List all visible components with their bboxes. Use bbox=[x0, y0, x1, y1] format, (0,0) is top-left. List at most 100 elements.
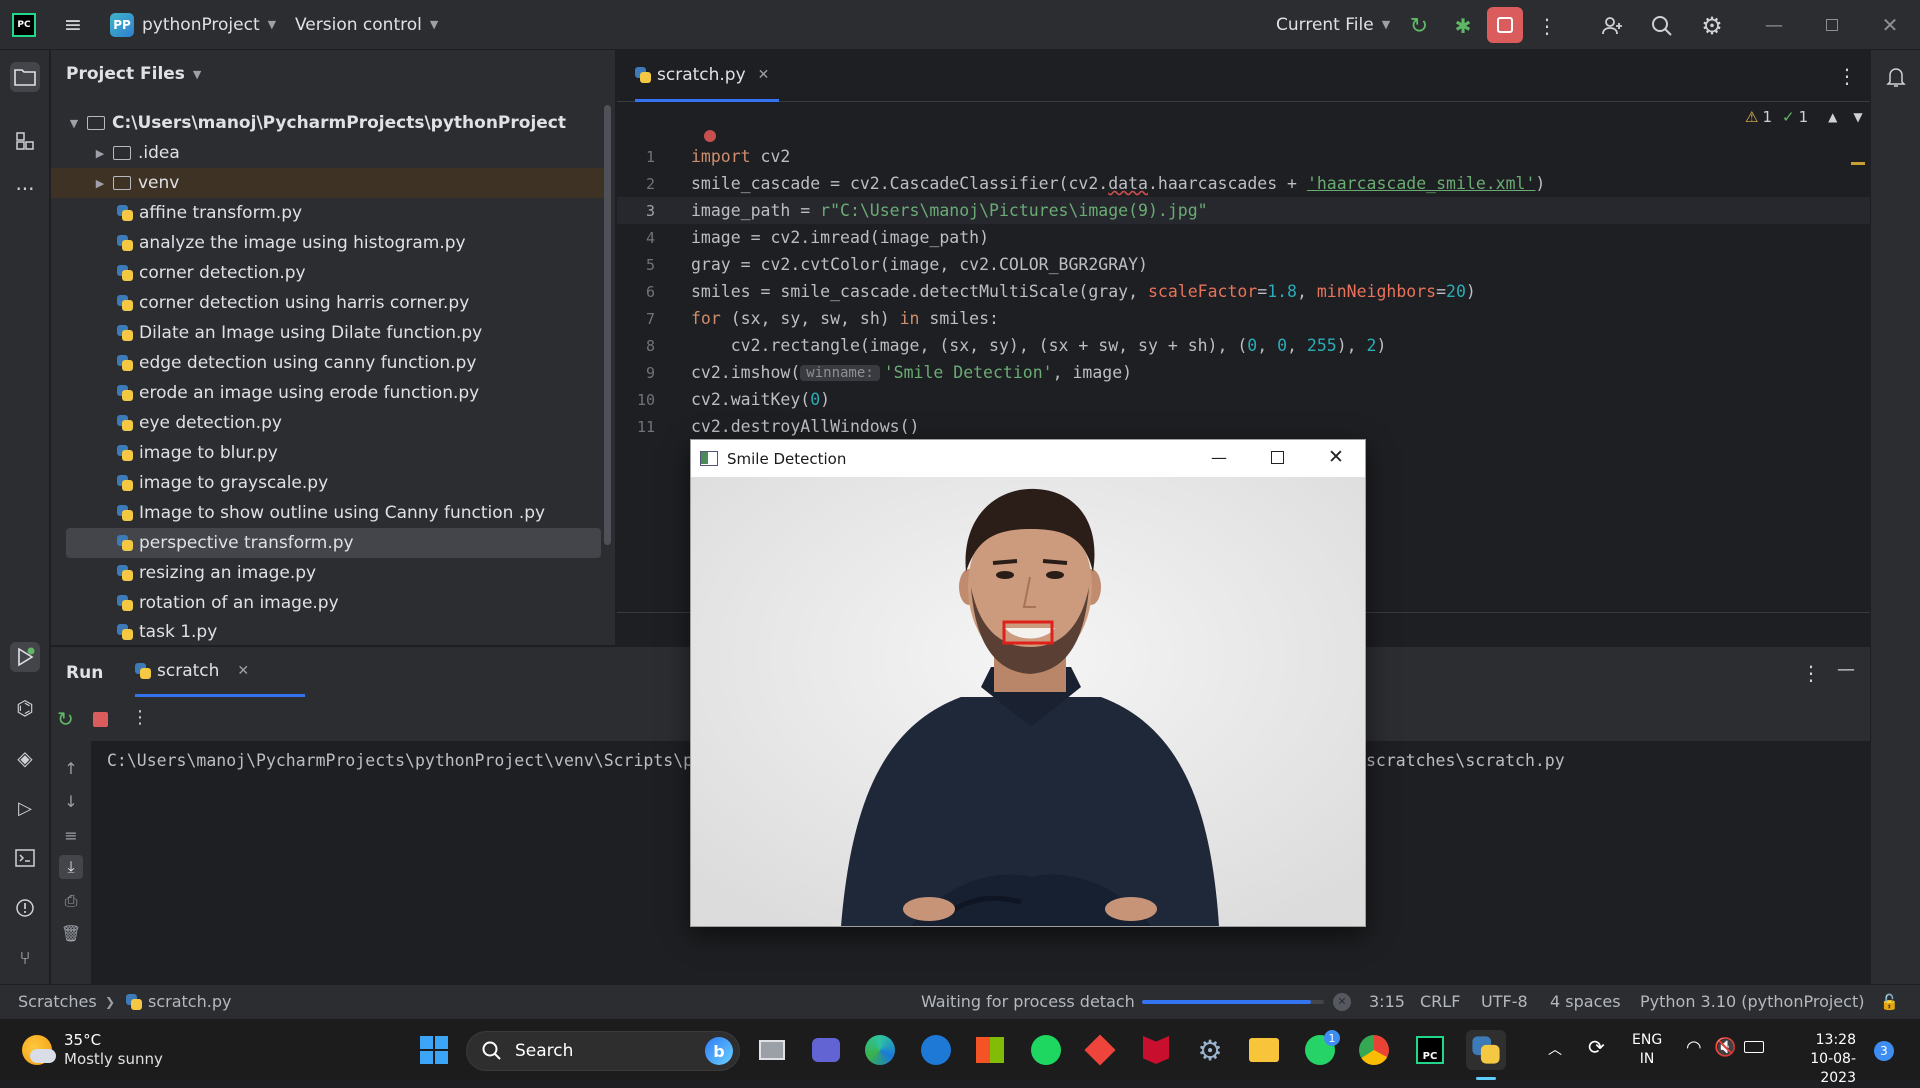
tree-file[interactable]: Dilate an Image using Dilate function.py bbox=[51, 318, 611, 348]
close-icon[interactable]: ✕ bbox=[1876, 12, 1904, 38]
anydesk-icon[interactable] bbox=[1080, 1030, 1120, 1070]
cv-close-icon[interactable]: ✕ bbox=[1328, 446, 1344, 468]
add-user-icon[interactable] bbox=[1598, 12, 1626, 40]
python-packages-icon[interactable]: ◈ bbox=[10, 743, 40, 773]
tree-file[interactable]: Image to show outline using Canny functi… bbox=[51, 498, 611, 528]
tree-file[interactable]: affine transform.py bbox=[51, 198, 611, 228]
tree-file[interactable]: corner detection using harris corner.py bbox=[51, 288, 611, 318]
run-tool-icon[interactable] bbox=[10, 642, 40, 672]
project-switcher[interactable]: PP pythonProject ▼ bbox=[110, 0, 276, 50]
tree-file[interactable]: task 1.py bbox=[51, 618, 611, 645]
print-icon[interactable]: ⎙ bbox=[59, 889, 83, 913]
tree-folder[interactable]: ▶ .idea bbox=[51, 138, 611, 168]
file-encoding[interactable]: UTF-8 bbox=[1481, 992, 1528, 1011]
tree-file-selected[interactable]: perspective transform.py bbox=[66, 528, 601, 558]
edge-browser-icon[interactable] bbox=[860, 1030, 900, 1070]
tree-file[interactable]: edge detection using canny function.py bbox=[51, 348, 611, 378]
main-menu-icon[interactable]: ≡ bbox=[60, 13, 86, 38]
language-indicator[interactable]: ENG IN bbox=[1632, 1031, 1662, 1069]
tree-root[interactable]: ▼ C:\Users\manoj\PycharmProjects\pythonP… bbox=[51, 108, 611, 138]
file-explorer-icon[interactable] bbox=[1244, 1030, 1284, 1070]
caret-position[interactable]: 3:15 bbox=[1369, 992, 1405, 1011]
lock-icon[interactable]: 🔓 bbox=[1880, 993, 1899, 1011]
warning-stripe[interactable] bbox=[1851, 162, 1865, 165]
pycharm-taskbar-icon[interactable]: PC bbox=[1410, 1030, 1450, 1070]
more-tools-icon[interactable]: ··· bbox=[10, 174, 40, 204]
indent-setting[interactable]: 4 spaces bbox=[1550, 992, 1621, 1011]
tree-file[interactable]: corner detection.py bbox=[51, 258, 611, 288]
chevron-down-icon[interactable]: ▼ bbox=[1853, 110, 1862, 124]
sync-icon[interactable]: ⟳ bbox=[1588, 1035, 1605, 1059]
python-interpreter[interactable]: Python 3.10 (pythonProject) bbox=[1640, 992, 1864, 1011]
run-panel-title[interactable]: Run bbox=[66, 663, 103, 683]
chevron-down-icon[interactable]: ▼ bbox=[67, 117, 81, 130]
structure-icon[interactable] bbox=[10, 126, 40, 156]
breadcrumb-file[interactable]: scratch.py bbox=[126, 992, 231, 1011]
cv-minimize-icon[interactable]: — bbox=[1211, 448, 1227, 467]
minimize-icon[interactable]: — bbox=[1760, 12, 1788, 38]
tree-file[interactable]: resizing an image.py bbox=[51, 558, 611, 588]
tree-file[interactable]: erode an image using erode function.py bbox=[51, 378, 611, 408]
tab-scratch-py[interactable]: scratch.py ✕ bbox=[635, 50, 780, 102]
tree-file[interactable]: rotation of an image.py bbox=[51, 588, 611, 618]
tray-chevron-up-icon[interactable]: ︿ bbox=[1548, 1039, 1562, 1059]
terminal-icon[interactable] bbox=[10, 843, 40, 873]
scroll-up-icon[interactable]: ↑ bbox=[59, 756, 83, 780]
pycharm-logo-icon[interactable]: PC bbox=[12, 13, 36, 37]
project-scrollbar[interactable] bbox=[604, 105, 611, 545]
editor-more-icon[interactable]: ⋮ bbox=[1837, 64, 1857, 88]
more-icon[interactable]: ⋮ bbox=[131, 707, 149, 728]
problems-icon[interactable] bbox=[10, 893, 40, 923]
tree-file[interactable]: image to grayscale.py bbox=[51, 468, 611, 498]
trash-icon[interactable]: 🗑 bbox=[59, 921, 83, 945]
tree-file[interactable]: analyze the image using histogram.py bbox=[51, 228, 611, 258]
tree-file[interactable]: image to blur.py bbox=[51, 438, 611, 468]
outlook-icon[interactable] bbox=[916, 1030, 956, 1070]
more-actions-icon[interactable]: ⋮ bbox=[1537, 13, 1557, 39]
whatsapp-icon[interactable]: 1 bbox=[1300, 1030, 1340, 1070]
cancel-process-icon[interactable]: ✕ bbox=[1333, 992, 1351, 1011]
chrome-icon[interactable] bbox=[1354, 1030, 1394, 1070]
services-icon[interactable]: ▷ bbox=[10, 793, 40, 823]
smile-detection-window[interactable]: Smile Detection — ✕ bbox=[690, 439, 1366, 927]
cv-maximize-icon[interactable] bbox=[1271, 451, 1284, 464]
taskbar-search[interactable]: Search b bbox=[466, 1031, 740, 1071]
project-folder-icon[interactable] bbox=[10, 62, 40, 92]
inspection-widget[interactable]: ⚠ 1 ✓ 1 ▲ ▼ bbox=[1745, 108, 1863, 126]
run-more-icon[interactable]: ⋮ bbox=[1801, 661, 1821, 685]
debug-icon[interactable]: ✱ bbox=[1450, 13, 1476, 39]
project-panel-header[interactable]: Project Files ▼ bbox=[66, 64, 201, 84]
settings-gear-icon[interactable]: ⚙ bbox=[1698, 12, 1726, 40]
hide-panel-icon[interactable]: — bbox=[1837, 659, 1855, 680]
breadcrumb-scratches[interactable]: Scratches bbox=[18, 992, 97, 1011]
soft-wrap-icon[interactable]: ≡ bbox=[59, 823, 83, 847]
weather-widget[interactable]: 35°C Mostly sunny bbox=[22, 1031, 163, 1069]
rerun-icon[interactable]: ↻ bbox=[1406, 13, 1432, 39]
settings-gear-icon[interactable]: ⚙ bbox=[1190, 1030, 1230, 1070]
chevron-right-icon[interactable]: ▶ bbox=[93, 177, 107, 190]
stop-icon[interactable] bbox=[93, 712, 108, 727]
notification-count-badge[interactable]: 3 bbox=[1874, 1041, 1894, 1061]
clock[interactable]: 13:28 10-08-2023 bbox=[1782, 1031, 1856, 1088]
tab-scratch-run[interactable]: scratch ✕ bbox=[135, 647, 305, 697]
chevron-right-icon[interactable]: ▶ bbox=[93, 147, 107, 160]
git-icon[interactable]: ⑂ bbox=[10, 943, 40, 973]
tree-folder[interactable]: ▶ venv bbox=[51, 168, 611, 198]
task-view-icon[interactable] bbox=[752, 1030, 792, 1070]
tree-file[interactable]: eye detection.py bbox=[51, 408, 611, 438]
volume-muted-icon[interactable]: 🔇 bbox=[1714, 1037, 1736, 1058]
battery-icon[interactable] bbox=[1744, 1041, 1764, 1053]
notifications-bell-icon[interactable] bbox=[1881, 62, 1911, 92]
python-taskbar-icon[interactable] bbox=[1466, 1030, 1506, 1070]
scroll-to-end-icon[interactable]: ⤓ bbox=[59, 855, 83, 879]
line-separator[interactable]: CRLF bbox=[1420, 992, 1460, 1011]
search-icon[interactable] bbox=[1648, 12, 1676, 40]
stop-button[interactable] bbox=[1487, 7, 1523, 43]
windows-start-icon[interactable] bbox=[414, 1030, 454, 1070]
cv-window-titlebar[interactable]: Smile Detection — ✕ bbox=[691, 440, 1365, 477]
close-tab-icon[interactable]: ✕ bbox=[237, 663, 249, 679]
teams-meet-icon[interactable] bbox=[806, 1030, 846, 1070]
chevron-up-icon[interactable]: ▲ bbox=[1828, 110, 1837, 124]
scroll-down-icon[interactable]: ↓ bbox=[59, 789, 83, 813]
spotify-icon[interactable] bbox=[1026, 1030, 1066, 1070]
